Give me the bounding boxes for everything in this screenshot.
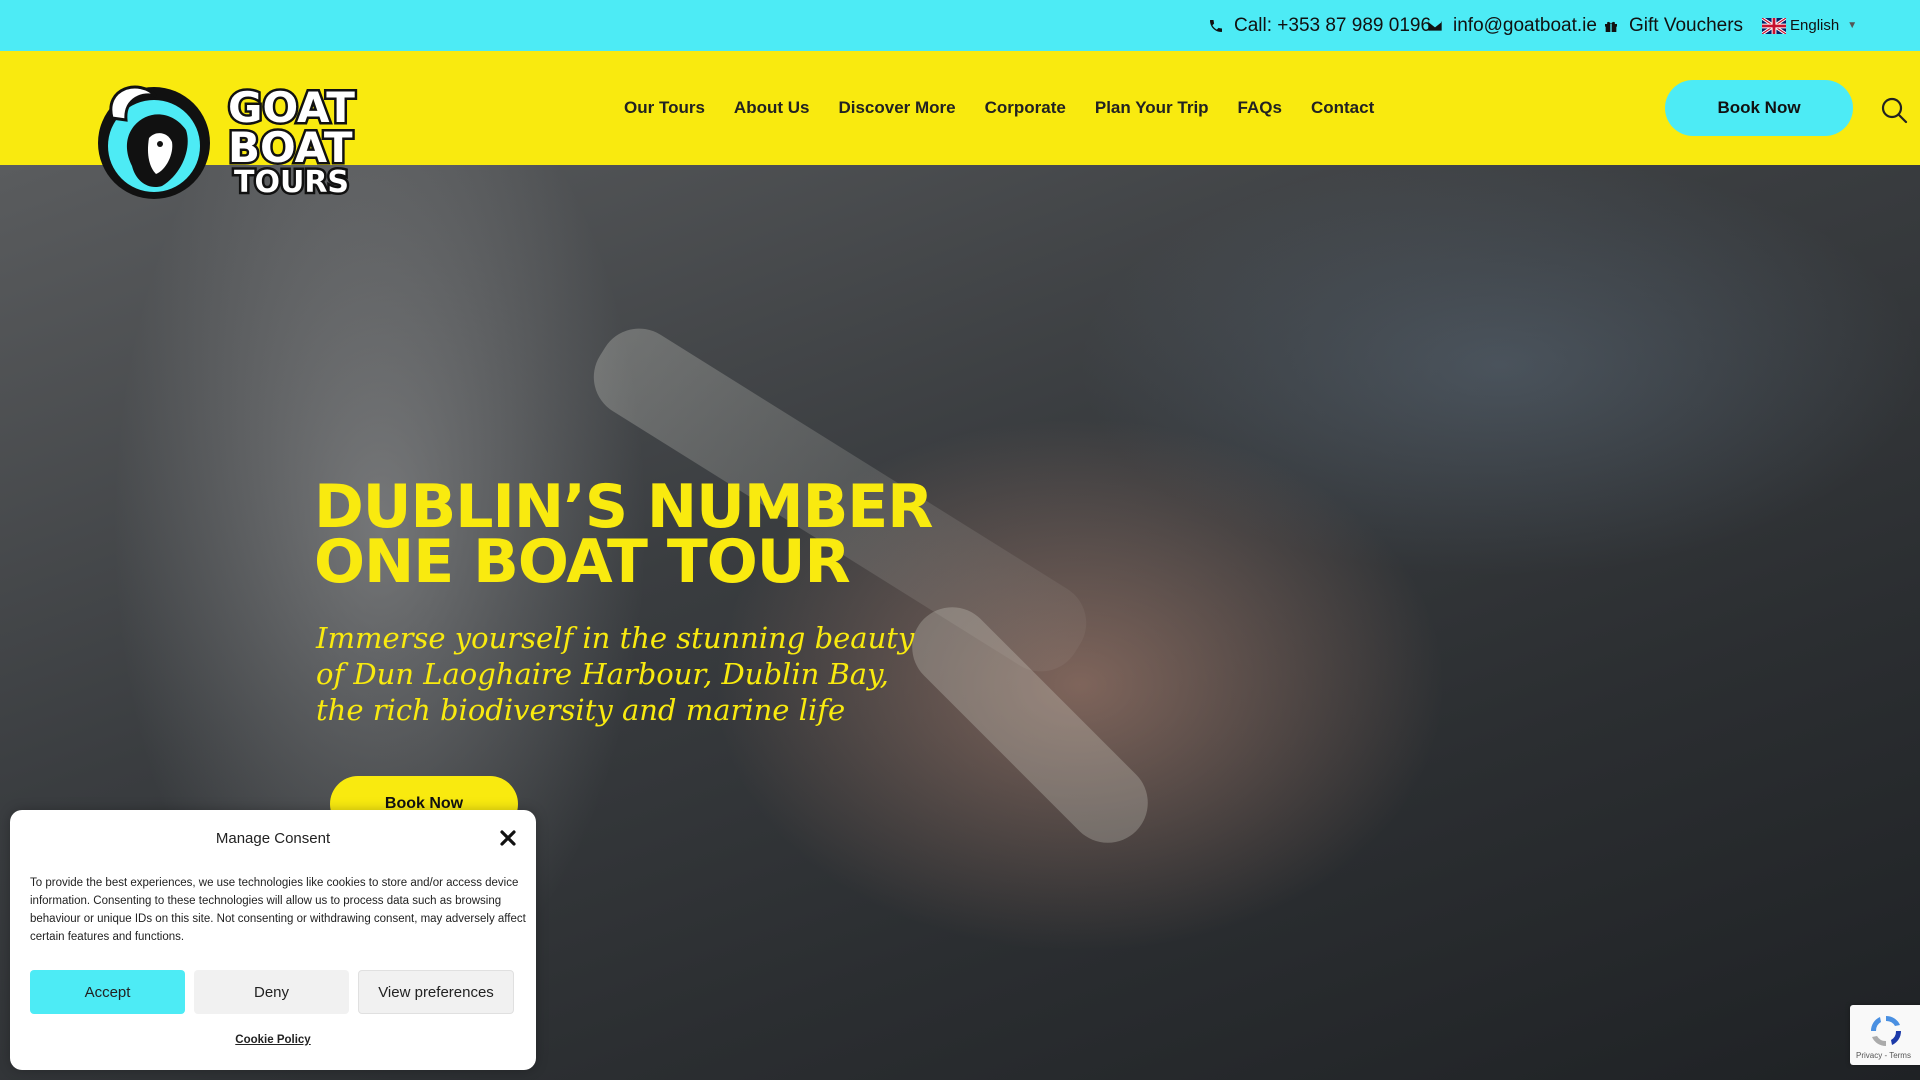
phone-link[interactable]: Call: +353 87 989 0196: [1208, 0, 1431, 51]
recaptcha-badge[interactable]: Privacy - Terms: [1850, 1005, 1920, 1065]
phone-icon: [1210, 19, 1222, 32]
goat-logo-icon: GOAT BOAT TOURS: [98, 81, 358, 203]
language-label: English: [1790, 17, 1840, 34]
envelope-icon: [1428, 20, 1442, 31]
nav-item-corporate[interactable]: Corporate: [985, 98, 1066, 118]
nav-item-our-tours[interactable]: Our Tours: [624, 98, 705, 118]
gift-icon: [1605, 21, 1617, 32]
close-icon[interactable]: [498, 828, 518, 848]
hero-title-line-2: ONE BOAT TOUR: [314, 527, 851, 597]
search-icon[interactable]: [1880, 96, 1908, 124]
nav-item-discover-more[interactable]: Discover More: [838, 98, 955, 118]
main-nav: Our Tours About Us Discover More Corpora…: [624, 51, 1403, 165]
consent-dialog: Manage Consent To provide the best exper…: [10, 810, 536, 1070]
nav-item-contact[interactable]: Contact: [1311, 98, 1374, 118]
hero-title: DUBLIN’S NUMBER ONE BOAT TOUR: [314, 477, 954, 592]
consent-title: Manage Consent: [215, 830, 331, 847]
uk-flag-icon: [1762, 17, 1786, 34]
email-link[interactable]: info@goatboat.ie: [1427, 0, 1597, 51]
view-preferences-button[interactable]: View preferences: [358, 970, 514, 1014]
consent-text: To provide the best experiences, we use …: [30, 877, 526, 943]
nav-item-faqs[interactable]: FAQs: [1238, 98, 1282, 118]
email-text: info@goatboat.ie: [1453, 14, 1597, 36]
caret-down-icon: ▼: [1847, 20, 1858, 31]
phone-text: Call: +353 87 989 0196: [1234, 14, 1432, 36]
logo[interactable]: GOAT BOAT TOURS: [94, 78, 384, 208]
recaptcha-links: Privacy - Terms: [1856, 1051, 1911, 1060]
gift-vouchers-link[interactable]: Gift Vouchers: [1603, 0, 1743, 51]
language-selector[interactable]: English ▼: [1762, 0, 1857, 51]
nav-item-plan-your-trip[interactable]: Plan Your Trip: [1095, 98, 1209, 118]
nav-item-about-us[interactable]: About Us: [734, 98, 810, 118]
recaptcha-icon: [1870, 1015, 1902, 1047]
header-book-now-button[interactable]: Book Now: [1665, 80, 1853, 136]
consent-buttons: Accept Deny View preferences: [30, 970, 514, 1014]
hero-subtitle: Immerse yourself in the stunning beauty …: [316, 621, 915, 727]
deny-button[interactable]: Deny: [194, 970, 349, 1014]
gift-text: Gift Vouchers: [1629, 14, 1744, 36]
top-bar: Call: +353 87 989 0196 info@goatboat.ie …: [0, 0, 1920, 51]
cookie-policy-link[interactable]: Cookie Policy: [10, 1034, 536, 1046]
logo-text-tours: TOURS: [234, 165, 349, 200]
accept-button[interactable]: Accept: [30, 970, 185, 1014]
